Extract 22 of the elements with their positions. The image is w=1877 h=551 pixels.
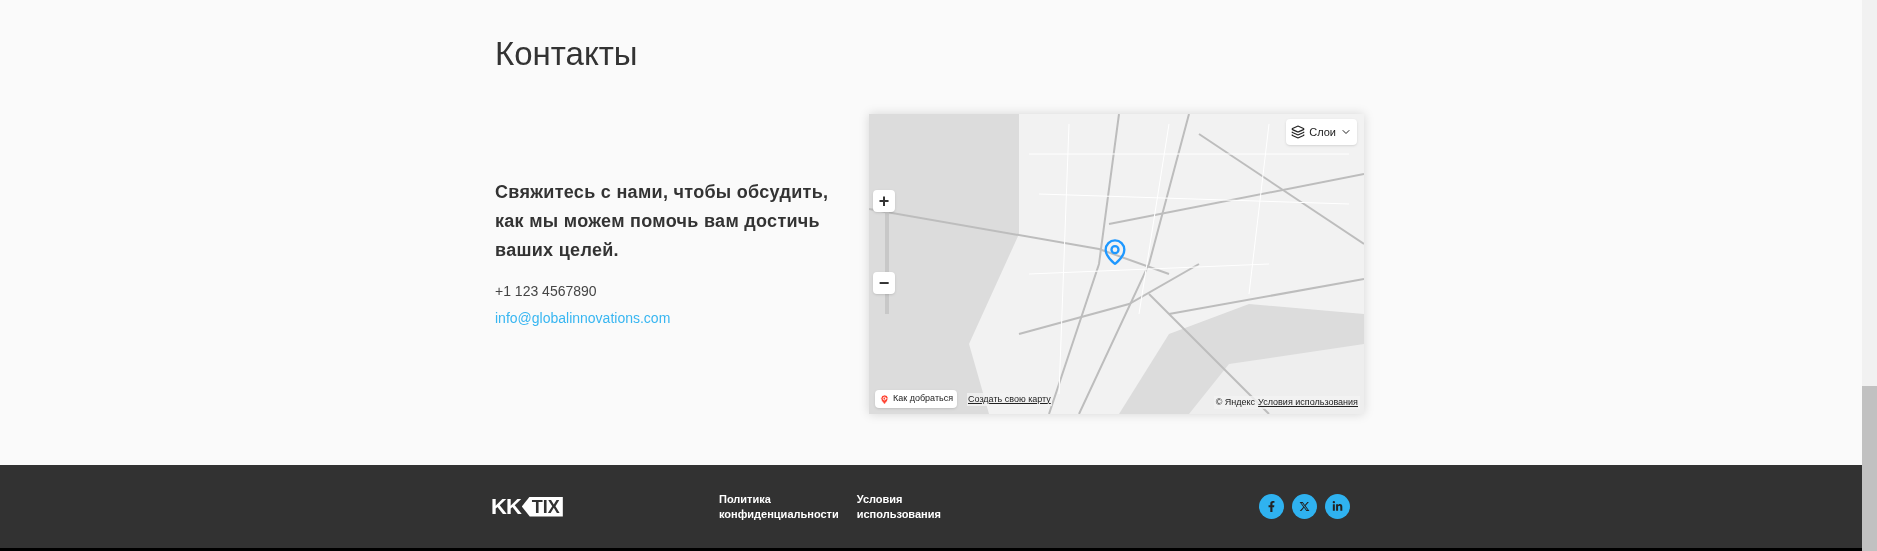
footer-link[interactable]: Политика конфиденциальности bbox=[719, 491, 839, 522]
facebook-button[interactable] bbox=[1259, 494, 1284, 519]
linkedin-icon bbox=[1332, 501, 1343, 512]
facebook-icon bbox=[1266, 501, 1277, 512]
x-button[interactable] bbox=[1292, 494, 1317, 519]
scrollbar-thumb[interactable] bbox=[1862, 386, 1877, 551]
map-pin-icon bbox=[879, 393, 890, 405]
phone-number: +1 123 4567890 bbox=[495, 282, 597, 301]
map-panel[interactable]: + − Слои Как добраться Создать свою карту © Яндекс Условия использования bbox=[869, 114, 1364, 414]
contact-tagline: Свяжитесь с нами, чтобы обсудить, как мы можем помочь вам достичь ваших целей. bbox=[495, 181, 830, 262]
section-heading: Контакты bbox=[495, 34, 638, 74]
directions-button[interactable]: Как добраться bbox=[875, 390, 958, 408]
x-icon bbox=[1299, 501, 1310, 512]
map-copyright: © Яндекс bbox=[1215, 395, 1256, 409]
layers-icon bbox=[1291, 125, 1306, 139]
map-terms-link[interactable]: Условия использования bbox=[1258, 395, 1358, 409]
layers-button[interactable]: Слои bbox=[1286, 119, 1357, 145]
linkedin-button[interactable] bbox=[1325, 494, 1350, 519]
footer-link[interactable]: Условия использования bbox=[856, 491, 941, 522]
site-logo[interactable]: KK TIX bbox=[491, 495, 719, 518]
zoom-out-button[interactable]: − bbox=[873, 272, 895, 294]
zoom-in-button[interactable]: + bbox=[873, 190, 895, 212]
